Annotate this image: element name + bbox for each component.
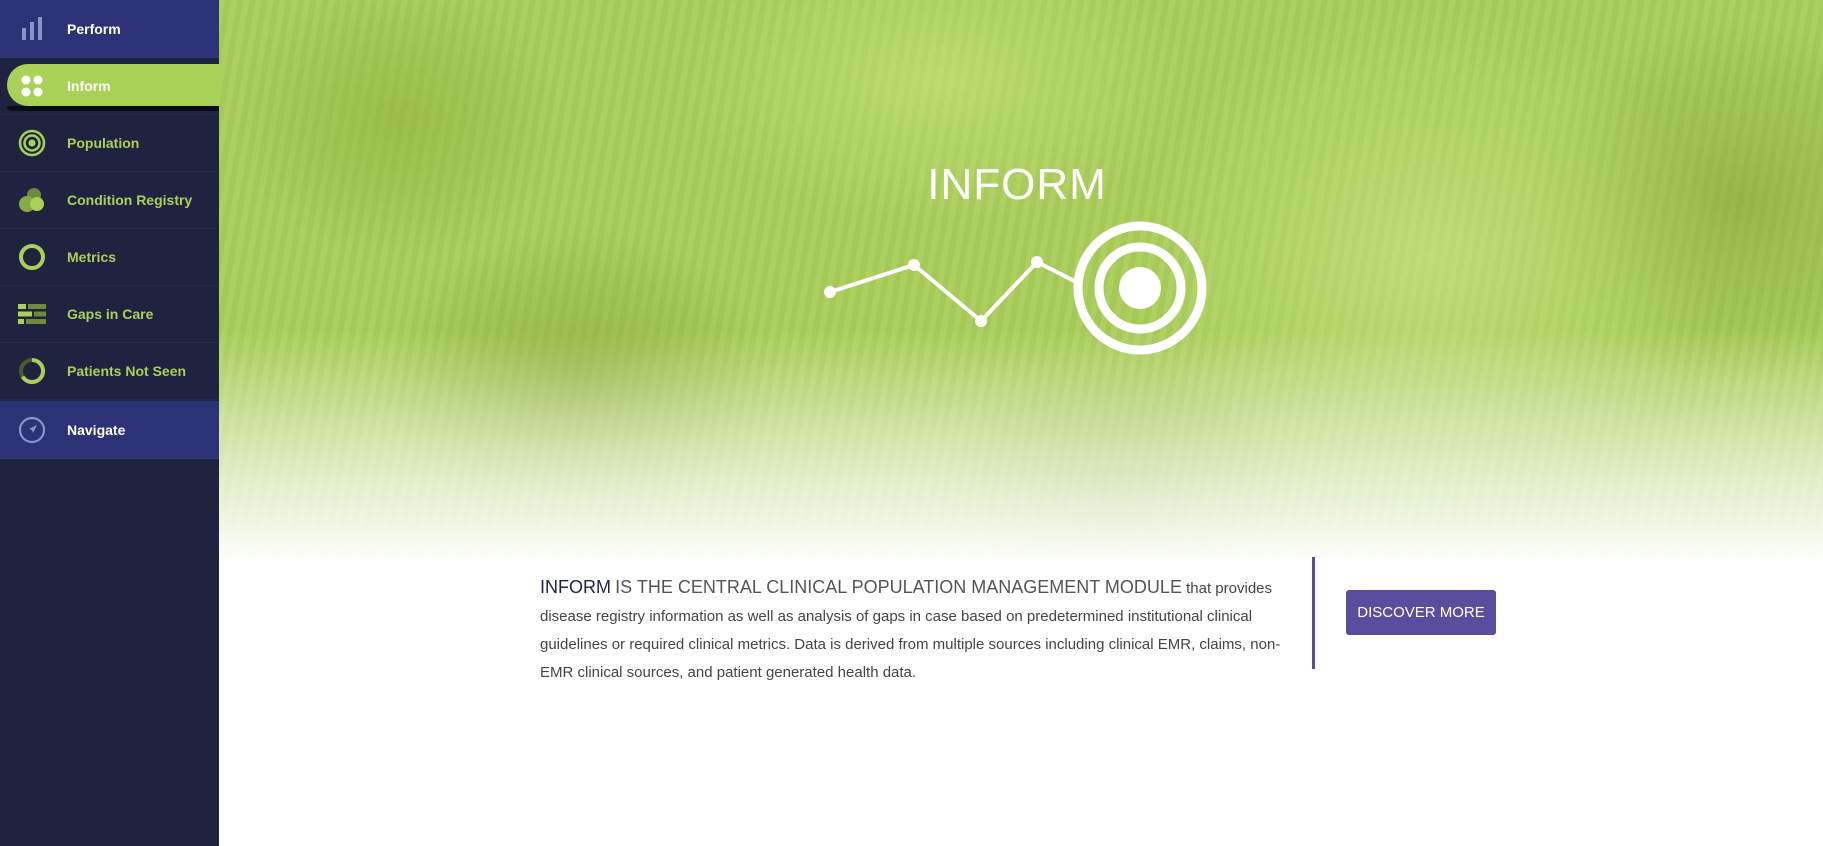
sidebar-item-population[interactable]: Population [0, 114, 219, 172]
ring-icon [17, 242, 47, 272]
sidebar-item-gaps-in-care[interactable]: Gaps in Care [0, 285, 219, 343]
sidebar-item-label: Patients Not Seen [67, 362, 187, 379]
intro-lead-caps: IS THE CENTRAL CLINICAL POPULATION MANAG… [615, 577, 1182, 597]
compass-icon [17, 415, 47, 445]
dots-grid-icon [17, 71, 47, 101]
sidebar-item-patients-not-seen[interactable]: Patients Not Seen [0, 342, 219, 400]
sidebar-item-label: Metrics [67, 248, 117, 265]
sidebar-item-condition-registry[interactable]: Condition Registry [0, 171, 219, 229]
sidebar-item-label: Navigate [67, 421, 126, 438]
sidebar-item-label: Gaps in Care [67, 305, 154, 322]
discover-more-button[interactable]: DISCOVER MORE [1346, 590, 1496, 635]
hero-title: INFORM [927, 160, 1107, 209]
target-icon [17, 128, 47, 158]
divider [1312, 557, 1315, 669]
sidebar-item-perform[interactable]: Perform [0, 0, 219, 58]
partial-ring-icon [17, 356, 47, 386]
gaps-bars-icon [17, 299, 47, 329]
active-underline [7, 106, 219, 111]
sidebar-item-label: Inform [67, 77, 111, 94]
sidebar-item-label: Perform [67, 20, 121, 37]
sidebar: Perform Inform Population Condition Regi… [0, 0, 219, 846]
trend-target-icon [824, 221, 1207, 355]
intro-paragraph: INFORM IS THE CENTRAL CLINICAL POPULATIO… [540, 573, 1290, 687]
intro-lead-strong: INFORM [540, 577, 611, 597]
sidebar-item-navigate[interactable]: Navigate [0, 401, 219, 459]
bar-chart-icon [17, 14, 47, 44]
sidebar-item-label: Population [67, 134, 140, 151]
sidebar-item-label: Condition Registry [67, 191, 193, 208]
venn-circles-icon [17, 185, 47, 215]
sidebar-item-inform[interactable]: Inform [0, 57, 219, 115]
sidebar-item-metrics[interactable]: Metrics [0, 228, 219, 286]
hero-fade [219, 330, 1823, 560]
